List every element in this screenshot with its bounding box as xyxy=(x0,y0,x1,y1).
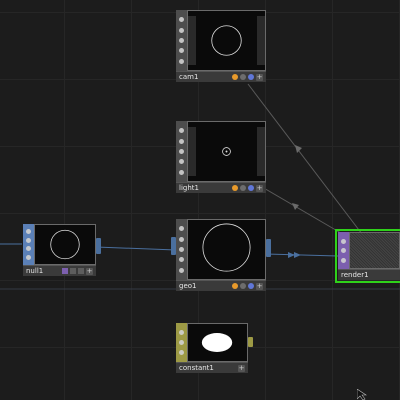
viewer-border xyxy=(188,16,196,65)
node-viewer[interactable] xyxy=(187,121,266,182)
arrow-cursor-icon xyxy=(357,389,367,400)
node-label-bar[interactable]: null1 + xyxy=(23,265,96,276)
node-viewer[interactable] xyxy=(187,323,248,362)
viewer-icon[interactable] xyxy=(26,229,31,235)
node-label-bar[interactable]: light1 + xyxy=(176,182,266,193)
input-connector[interactable] xyxy=(171,237,176,255)
circle-preview xyxy=(202,223,251,272)
bypass-icon[interactable] xyxy=(341,248,346,253)
display-icon[interactable] xyxy=(179,159,184,165)
node-constant1[interactable]: constant1 + xyxy=(176,323,253,373)
viewer-border xyxy=(188,127,196,176)
lock-icon[interactable] xyxy=(179,350,184,355)
output-connector[interactable] xyxy=(248,337,253,347)
lock-icon[interactable] xyxy=(179,37,184,43)
display-flag-icon[interactable] xyxy=(240,185,246,191)
flag-icon[interactable] xyxy=(62,268,68,274)
render-flag-icon[interactable] xyxy=(179,169,184,175)
render-flag-icon[interactable] xyxy=(248,185,254,191)
display-flag-icon[interactable] xyxy=(240,74,246,80)
expand-icon[interactable]: + xyxy=(256,282,263,290)
output-connector[interactable] xyxy=(96,238,101,254)
viewer-icon[interactable] xyxy=(179,17,184,23)
bypass-icon[interactable] xyxy=(179,236,184,242)
viewer-border xyxy=(257,127,265,176)
node-label[interactable]: null1 xyxy=(23,267,62,275)
node-light1[interactable]: light1 + xyxy=(176,121,266,193)
expand-icon[interactable]: + xyxy=(256,73,263,81)
wire-null1-geo1[interactable] xyxy=(95,246,177,251)
bypass-icon[interactable] xyxy=(179,138,184,144)
node-label-bar[interactable]: render1 xyxy=(338,269,400,280)
circle-preview xyxy=(50,229,80,260)
display-icon[interactable] xyxy=(26,254,31,260)
bypass-icon[interactable] xyxy=(179,340,184,345)
wire-arrow-icon xyxy=(288,252,295,258)
expand-icon[interactable]: + xyxy=(86,267,93,275)
node-null1[interactable]: null1 + xyxy=(23,224,101,276)
node-side-buttons xyxy=(176,323,187,362)
node-label[interactable]: cam1 xyxy=(176,73,232,81)
wire-arrow-icon xyxy=(294,252,301,258)
viewer-icon[interactable] xyxy=(179,330,184,335)
viewer-icon[interactable] xyxy=(179,128,184,134)
node-label-bar[interactable]: constant1 + xyxy=(176,362,248,373)
cook-flag-icon[interactable] xyxy=(232,283,238,289)
expand-icon[interactable]: + xyxy=(238,364,245,372)
wire-arrow-icon xyxy=(292,203,299,210)
node-render1[interactable]: render1 xyxy=(335,229,400,283)
display-flag-icon[interactable] xyxy=(240,283,246,289)
node-side-buttons xyxy=(23,224,34,265)
render-flag-icon[interactable] xyxy=(179,58,184,64)
cook-flag-icon[interactable] xyxy=(232,74,238,80)
viewer-border xyxy=(257,16,265,65)
render-flag-icon[interactable] xyxy=(248,74,254,80)
flag-icon[interactable] xyxy=(70,268,76,274)
lock-icon[interactable] xyxy=(179,246,184,252)
render-flag-icon[interactable] xyxy=(179,267,184,273)
ellipse-preview xyxy=(201,333,233,352)
render-flag-icon[interactable] xyxy=(248,283,254,289)
bypass-icon[interactable] xyxy=(179,27,184,33)
node-geo1[interactable]: geo1 + xyxy=(171,219,271,291)
lock-icon[interactable] xyxy=(341,257,346,263)
circle-preview xyxy=(211,25,242,56)
bypass-icon[interactable] xyxy=(26,237,31,243)
node-viewer[interactable] xyxy=(34,224,96,265)
node-side-buttons xyxy=(176,219,187,280)
node-side-buttons xyxy=(176,121,187,182)
display-icon[interactable] xyxy=(179,48,184,54)
node-label[interactable]: constant1 xyxy=(176,364,238,372)
node-label[interactable]: light1 xyxy=(176,184,232,192)
lock-icon[interactable] xyxy=(26,246,31,252)
node-cam1[interactable]: cam1 + xyxy=(176,10,266,82)
expand-icon[interactable]: + xyxy=(256,184,263,192)
node-side-buttons xyxy=(176,10,187,71)
display-icon[interactable] xyxy=(179,257,184,263)
light-preview xyxy=(222,147,231,156)
node-viewer[interactable] xyxy=(349,232,400,269)
viewer-icon[interactable] xyxy=(341,238,346,244)
node-label[interactable]: geo1 xyxy=(176,282,232,290)
node-label-bar[interactable]: cam1 + xyxy=(176,71,266,82)
viewer-icon[interactable] xyxy=(179,226,184,232)
node-viewer[interactable] xyxy=(187,219,266,280)
wire-arrow-icon xyxy=(295,145,302,153)
lock-icon[interactable] xyxy=(179,148,184,154)
node-side-buttons xyxy=(338,232,349,269)
cook-flag-icon[interactable] xyxy=(232,185,238,191)
node-label[interactable]: render1 xyxy=(338,271,400,279)
node-viewer[interactable] xyxy=(187,10,266,71)
wire-geo1-render1[interactable] xyxy=(265,253,339,257)
flag-icon[interactable] xyxy=(78,268,84,274)
node-label-bar[interactable]: geo1 + xyxy=(176,280,266,291)
output-connector[interactable] xyxy=(266,239,271,257)
